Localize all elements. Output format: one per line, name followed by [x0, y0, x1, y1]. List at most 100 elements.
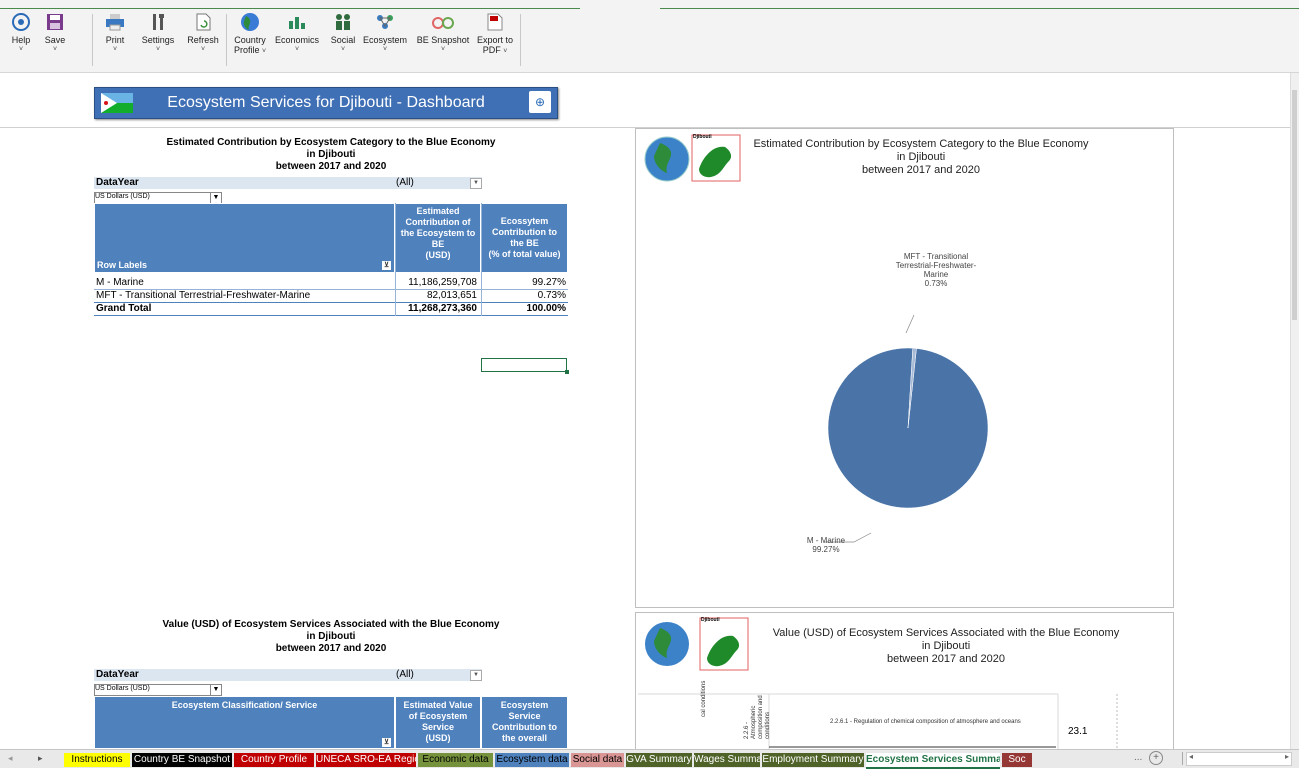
scrollbar-thumb[interactable] [1292, 90, 1297, 320]
header-line: the overall [501, 733, 548, 743]
map-label: Djibouti [701, 617, 720, 623]
row-labels-header[interactable]: Row Labels ⊻ [94, 203, 395, 273]
chart1-subtitle: in Djibouti [896, 151, 946, 163]
filter-icon[interactable]: ⊻ [382, 261, 391, 270]
header-line: Contribution to [492, 722, 557, 732]
tab-scroll-right-icon[interactable]: ▸ [38, 753, 43, 764]
save-button[interactable]: Save ˅ [40, 12, 70, 68]
row-pct: 0.73% [537, 290, 566, 301]
tab-scroll-left-icon[interactable]: ◂ [8, 753, 13, 764]
selected-cell[interactable] [481, 358, 569, 374]
col-classification-header[interactable]: Ecosystem Classification/ Service ⊻ [94, 696, 395, 749]
pivot1-title: Estimated Contribution by Ecosystem Cate… [166, 137, 496, 148]
col-ecosystem-contribution: Ecossytem Contribution to the BE (% of t… [481, 203, 568, 273]
bar-chart-container[interactable]: Value (USD) of Ecosystem Services Associ… [635, 612, 1174, 750]
pdf-icon [484, 12, 506, 32]
filter-label: DataYear [96, 177, 139, 188]
pivot2-subtitle: in Djibouti [306, 631, 356, 642]
settings-button[interactable]: Settings ˅ [138, 12, 178, 68]
social-label: Social [330, 35, 356, 45]
bar-category-label: 2.2.6.1 - Regulation of chemical composi… [830, 719, 1021, 725]
country-profile-button[interactable]: Country Profile ˅ [230, 12, 270, 68]
settings-label: Settings [141, 35, 175, 45]
chart2-subtitle: in Djibouti [921, 640, 971, 652]
sheet-tab[interactable]: Country BE Snapshot [132, 753, 232, 767]
sheet-tab[interactable]: GVA Summary [626, 753, 692, 767]
snapshot-icon [432, 12, 454, 32]
sheet-tabs-bar: ◂ ▸ Instructions Country BE Snapshot Count… [0, 749, 1299, 769]
header-line: Ecossytem [500, 216, 549, 226]
social-button[interactable]: Social ˅ [326, 12, 360, 68]
fill-handle[interactable] [565, 370, 569, 374]
economics-icon [286, 12, 308, 32]
refresh-button[interactable]: Refresh ˅ [185, 12, 221, 68]
help-button[interactable]: Help ˅ [6, 12, 36, 68]
add-sheet-icon[interactable]: + [1149, 751, 1163, 765]
scroll-right-icon[interactable]: ▸ [1285, 752, 1289, 761]
currency-value: US Dollars (USD) [95, 193, 150, 200]
label-line: M - Marine [806, 536, 846, 545]
ecosystem-label: Ecosystem [362, 35, 407, 45]
export-label: Export to [476, 35, 514, 45]
sheet-tab[interactable]: Country Profile [234, 753, 314, 767]
pivot2-year-filter[interactable]: DataYear (All) ▼ [94, 669, 482, 681]
header-line: Ecosystem Classification/ Service [171, 700, 318, 710]
pdf-label: PDF [482, 45, 501, 55]
sheet-tab[interactable]: Instructions [64, 753, 130, 767]
globe-icon [644, 136, 690, 182]
pivot2-period: between 2017 and 2020 [275, 643, 387, 654]
row-value: 11,186,259,708 [408, 277, 477, 288]
sheet-tab[interactable]: Ecosystem data [495, 753, 569, 767]
more-tabs-ellipsis[interactable]: ... [1134, 752, 1142, 763]
printer-icon [104, 12, 126, 32]
filter-dropdown-icon[interactable]: ▼ [470, 670, 482, 681]
scroll-left-icon[interactable]: ◂ [1189, 752, 1193, 761]
dashboard-banner: Ecosystem Services for Djibouti - Dashbo… [94, 87, 558, 119]
filter-value: (All) [396, 177, 414, 188]
label-line: Marine [923, 270, 949, 279]
total-value: 11,268,273,360 [408, 303, 477, 314]
filter-dropdown-icon[interactable]: ▼ [470, 178, 482, 189]
un-logo-icon: ⊕ [529, 91, 551, 113]
pie-chart-svg [644, 134, 989, 543]
refresh-icon [192, 12, 214, 32]
currency-dropdown[interactable]: US Dollars (USD) ▼ [94, 684, 222, 696]
be-snapshot-button[interactable]: BE Snapshot ˅ [414, 12, 472, 68]
filter-icon[interactable]: ⊻ [382, 738, 391, 747]
pivot2-title: Value (USD) of Ecosystem Services Associ… [162, 619, 500, 630]
ecosystem-button[interactable]: Ecosystem ˅ [362, 12, 408, 68]
economics-button[interactable]: Economics ˅ [272, 12, 322, 68]
print-button[interactable]: Print ˅ [100, 12, 130, 68]
ribbon-accent-line [0, 8, 580, 9]
pivot1-year-filter[interactable]: DataYear (All) ▼ [94, 177, 482, 189]
horizontal-scrollbar[interactable]: ◂ ▸ [1186, 752, 1292, 766]
slice-label-marine: M - Marine 99.27% [796, 536, 856, 554]
header-line: (USD) [425, 733, 451, 743]
filter-value: (All) [396, 669, 414, 680]
sheet-tab[interactable]: Economic data [418, 753, 493, 767]
bar-value-label: 23.1 [1068, 726, 1088, 737]
header-line: Estimated Value [403, 700, 473, 710]
sheet-tab[interactable]: Social data [571, 753, 624, 767]
sheet-tab[interactable]: Soc [1002, 753, 1032, 767]
label-line: Terrestrial-Freshwater- [895, 261, 977, 270]
row-pct: 99.27% [532, 277, 566, 288]
sheet-tab[interactable]: Employment Summary [762, 753, 864, 767]
chart2-period: between 2017 and 2020 [886, 653, 1006, 665]
chevron-down-icon[interactable]: ▼ [210, 685, 221, 695]
tools-icon [147, 12, 169, 32]
currency-value: US Dollars (USD) [95, 685, 150, 692]
globe-icon [239, 12, 261, 32]
ecosystem-icon [374, 12, 396, 32]
export-pdf-button[interactable]: Export to PDF ˅ [474, 12, 516, 68]
sheet-tab[interactable]: Wages Summary [694, 753, 760, 767]
chevron-down-icon[interactable]: ▼ [210, 193, 221, 203]
ribbon-toolbar: Help ˅ Save ˅ Print ˅ Settings ˅ Refresh ˅ Co… [0, 0, 1299, 73]
total-pct: 100.00% [526, 303, 566, 314]
map-label: Djibouti [693, 134, 712, 140]
filter-label: DataYear [96, 669, 139, 680]
chart1-period: between 2017 and 2020 [861, 164, 981, 176]
pivot1-subtitle: in Djibouti [306, 149, 356, 160]
pie-chart-container[interactable]: Estimated Contribution by Ecosystem Cate… [635, 128, 1174, 608]
sheet-tab[interactable]: UNECA SRO-EA Region [316, 753, 416, 767]
